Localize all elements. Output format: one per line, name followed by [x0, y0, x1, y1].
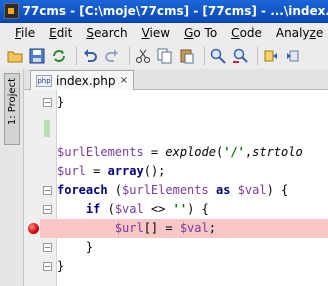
code-line[interactable] — [57, 124, 328, 143]
find-icon[interactable] — [209, 47, 227, 65]
back-icon[interactable] — [262, 47, 280, 65]
php-file-icon: php — [36, 74, 52, 87]
project-tab-label: 1: Project — [6, 78, 18, 126]
breakpoint-icon[interactable] — [28, 223, 39, 234]
window-title: 77cms - [C:\moje\77cms] - [77cms] - ...\… — [22, 4, 328, 18]
editor-gutter[interactable] — [24, 90, 57, 286]
paste-icon[interactable] — [178, 47, 196, 65]
code-line[interactable]: $urlElements = explode('/',strtolo — [57, 143, 328, 162]
cut-icon[interactable] — [134, 47, 152, 65]
menu-code[interactable]: Code — [224, 26, 269, 40]
forward-icon[interactable] — [284, 47, 302, 65]
menu-search[interactable]: Search — [79, 26, 134, 40]
code-line[interactable]: $url = array(); — [57, 162, 328, 181]
code-text: $urlElements = explode('/',strtolo — [57, 145, 303, 159]
change-marker — [44, 120, 50, 137]
fold-icon[interactable] — [43, 262, 52, 271]
toolbar-separator — [204, 47, 205, 65]
code-text: } — [57, 95, 65, 109]
breakpoint-gutter-highlight — [40, 219, 57, 238]
open-folder-icon[interactable] — [6, 47, 24, 65]
fold-icon[interactable] — [43, 186, 52, 195]
toolbar-separator — [76, 47, 77, 65]
tab-index-php[interactable]: php index.php × — [30, 70, 134, 90]
code-text: $url[] = $val; — [114, 221, 216, 235]
menu-bar: FileEditSearchViewGo ToCodeAnalyzeRefact — [0, 23, 328, 43]
code-line[interactable]: } — [57, 93, 328, 112]
editor-tab-bar: php index.php × — [24, 69, 328, 90]
copy-icon[interactable] — [156, 47, 174, 65]
menu-edit[interactable]: Edit — [42, 26, 79, 40]
code-text: } — [57, 240, 94, 254]
code-text: if ($val <> '') { — [85, 202, 209, 216]
breakpoint-line[interactable]: $url[] = $val; — [57, 219, 328, 238]
title-bar: 77cms - [C:\moje\77cms] - [77cms] - ...\… — [0, 0, 328, 23]
code-line[interactable]: } — [57, 257, 328, 276]
fold-icon[interactable] — [43, 98, 52, 107]
code-area[interactable]: } $urlElements = explode('/',strtolo $url … — [57, 90, 328, 286]
code-editor[interactable]: } $urlElements = explode('/',strtolo $url … — [24, 90, 328, 286]
undo-icon[interactable] — [81, 47, 99, 65]
replace-icon[interactable] — [231, 47, 249, 65]
code-line[interactable]: } — [57, 238, 328, 257]
toolbar-separator — [129, 47, 130, 65]
code-line[interactable]: foreach ($urlElements as $val) { — [57, 181, 328, 200]
menu-go-to[interactable]: Go To — [177, 26, 224, 40]
app-icon — [4, 3, 19, 19]
fold-icon[interactable] — [43, 243, 52, 252]
fold-icon[interactable] — [43, 205, 52, 214]
code-text: foreach ($urlElements as $val) { — [57, 183, 289, 197]
menu-view[interactable]: View — [135, 26, 177, 40]
close-tab-icon[interactable]: × — [120, 75, 128, 86]
toolbar-separator — [257, 47, 258, 65]
synchronize-icon[interactable] — [50, 47, 68, 65]
tool-window-strip: 1: Project — [0, 69, 24, 286]
tab-label: index.php — [56, 73, 116, 88]
code-line[interactable]: if ($val <> '') { — [57, 200, 328, 219]
redo-icon[interactable] — [103, 47, 121, 65]
menu-file[interactable]: File — [0, 26, 42, 40]
code-text: $url = array(); — [57, 164, 166, 178]
code-text: } — [57, 259, 65, 273]
menu-analyze[interactable]: Analyze — [269, 26, 328, 40]
project-tool-tab[interactable]: 1: Project — [4, 73, 20, 145]
save-icon[interactable] — [28, 47, 46, 65]
toolbar — [0, 43, 328, 69]
